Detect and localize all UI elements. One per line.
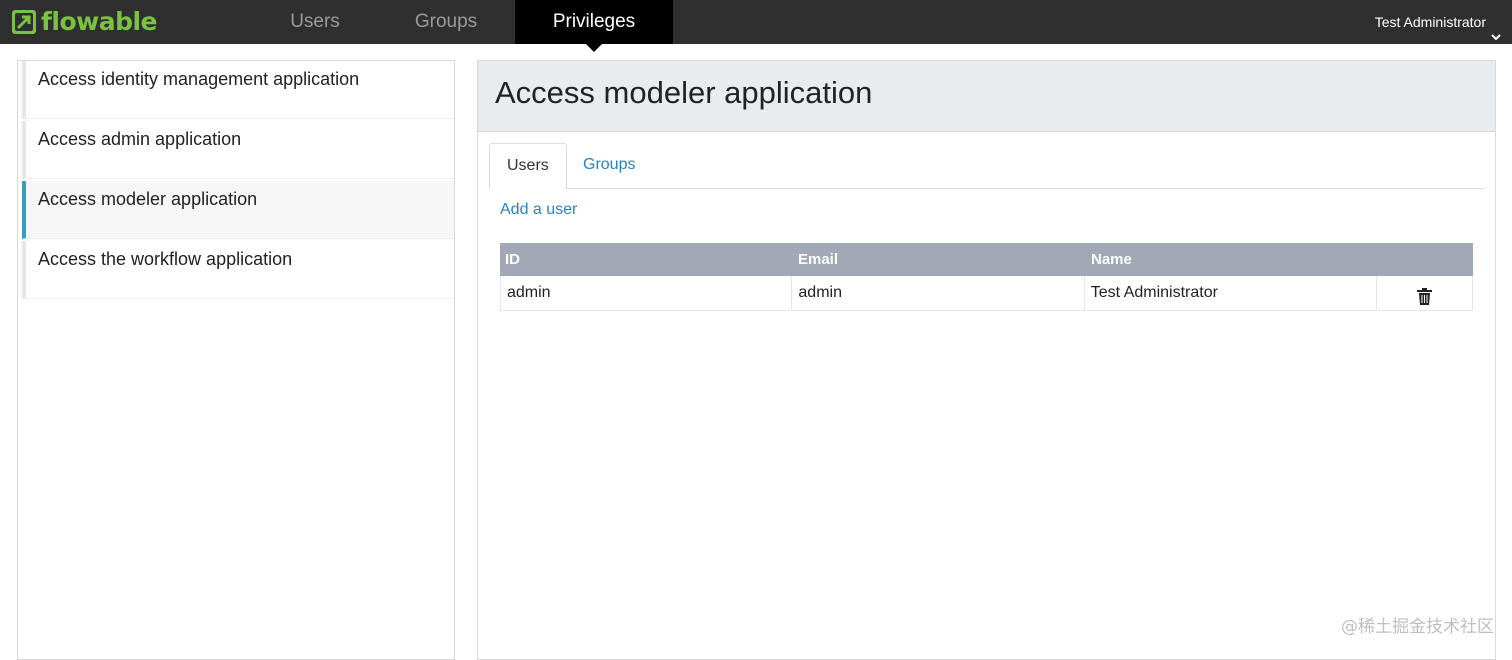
nav-privileges[interactable]: Privileges xyxy=(515,0,673,52)
sidebar-item-label: Access admin application xyxy=(38,129,242,149)
cell-name: Test Administrator xyxy=(1085,276,1378,310)
privileges-sidebar: Access identity management application A… xyxy=(17,60,455,660)
column-header-id: ID xyxy=(505,251,520,268)
top-navbar: flowable Users Groups Privileges Test Ad… xyxy=(0,0,1512,52)
brand-logo[interactable]: flowable xyxy=(12,7,158,36)
column-header-actions xyxy=(1379,243,1473,276)
tab-bar: Users Groups xyxy=(489,143,1485,190)
sidebar-item-label: Access modeler application xyxy=(38,189,258,209)
column-header-name: Name xyxy=(1091,251,1132,268)
tab-users[interactable]: Users xyxy=(489,143,567,190)
cell-id: admin xyxy=(501,276,793,310)
table-header: ID Email Name xyxy=(500,243,1473,276)
privilege-detail-panel: Access modeler application Users Groups … xyxy=(477,60,1496,660)
users-table: ID Email Name admin admin Test Administr… xyxy=(500,243,1473,311)
user-menu-label: Test Administrator xyxy=(1374,14,1486,30)
flowable-logo-icon xyxy=(12,10,36,34)
column-header-email: Email xyxy=(798,251,839,268)
active-nav-caret xyxy=(586,44,602,52)
nav-groups[interactable]: Groups xyxy=(385,0,507,44)
nav-users[interactable]: Users xyxy=(255,0,375,44)
add-user-link[interactable]: Add a user xyxy=(500,201,577,219)
cell-email: admin xyxy=(792,276,1085,310)
brand-name: flowable xyxy=(41,7,158,36)
table-row: admin admin Test Administrator xyxy=(500,276,1473,311)
sidebar-item-label: Access the workflow application xyxy=(38,249,293,269)
watermark: @稀土掘金技术社区 xyxy=(1341,617,1494,637)
sidebar-item-admin[interactable]: Access admin application xyxy=(22,121,454,179)
page-title: Access modeler application xyxy=(478,61,1495,132)
sidebar-item-identity-management[interactable]: Access identity management application xyxy=(22,61,454,119)
cell-actions xyxy=(1377,276,1472,310)
chevron-down-icon xyxy=(1490,16,1502,41)
trash-icon[interactable] xyxy=(1417,284,1433,305)
user-menu[interactable]: Test Administrator xyxy=(1375,0,1502,44)
nav-privileges-label: Privileges xyxy=(552,11,636,32)
sidebar-item-workflow[interactable]: Access the workflow application xyxy=(22,241,454,299)
tab-groups[interactable]: Groups xyxy=(566,143,652,189)
sidebar-item-modeler[interactable]: Access modeler application xyxy=(22,181,454,239)
sidebar-item-label: Access identity management application xyxy=(38,69,360,89)
